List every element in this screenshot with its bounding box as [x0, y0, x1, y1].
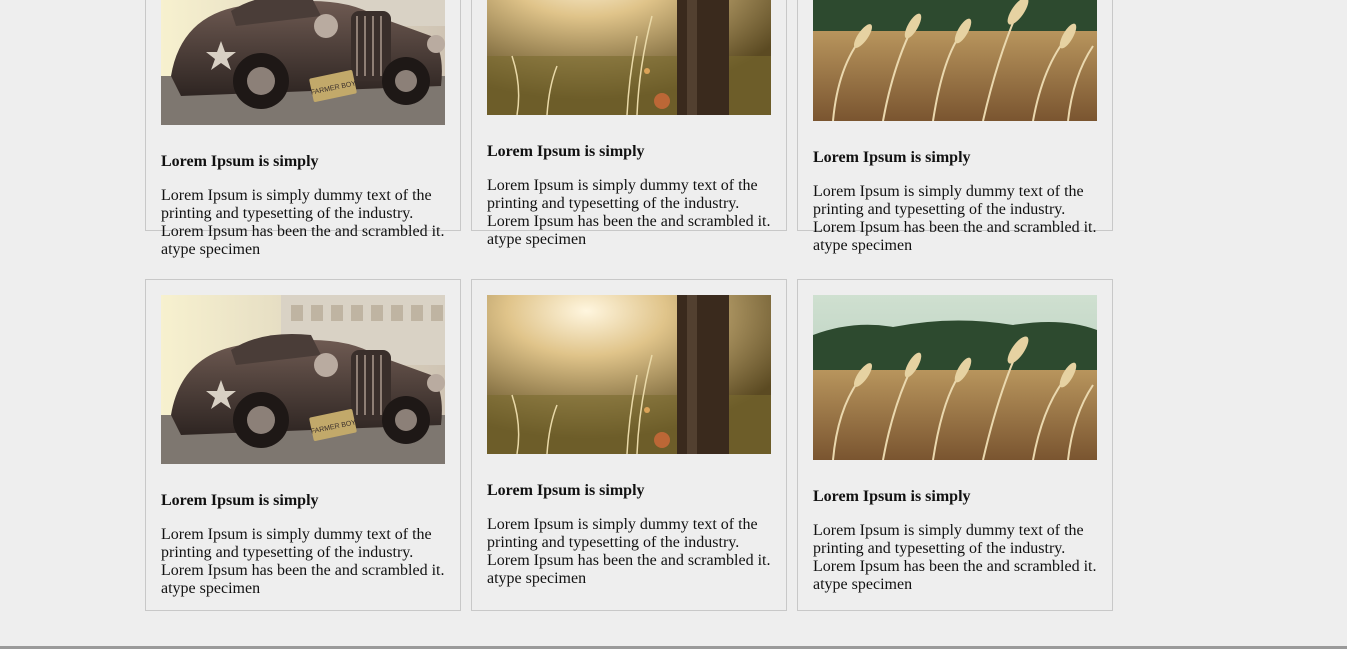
card-description: Lorem Ipsum is simply dummy text of the … — [813, 522, 1097, 593]
card-sunlit-meadow[interactable]: Lorem Ipsum is simply Lorem Ipsum is sim… — [471, 279, 787, 611]
card-title: Lorem Ipsum is simply — [487, 482, 645, 499]
sunlit-meadow-image — [487, 0, 771, 115]
card-title: Lorem Ipsum is simply — [161, 153, 319, 170]
card-description: Lorem Ipsum is simply dummy text of the … — [487, 516, 771, 587]
sunlit-meadow-image — [487, 295, 771, 454]
card-vintage-car[interactable]: FARMER BOY Lorem Ipsum is simply Lorem I… — [145, 279, 461, 611]
card-wheat-field[interactable]: Lorem Ipsum is simply Lorem Ipsum is sim… — [797, 0, 1113, 254]
card-title: Lorem Ipsum is simply — [813, 488, 971, 505]
card-description: Lorem Ipsum is simply dummy text of the … — [487, 177, 771, 248]
card-row-bottom: FARMER BOY Lorem Ipsum is simply Lorem I… — [145, 279, 1113, 611]
card-title: Lorem Ipsum is simply — [487, 143, 645, 160]
vintage-car-image: FARMER BOY — [161, 0, 445, 125]
card-wheat-field[interactable]: Lorem Ipsum is simply Lorem Ipsum is sim… — [797, 279, 1113, 611]
card-row-top: FARMER BOY Lorem Ipsum is simply Lorem I… — [145, 0, 1113, 258]
card-title: Lorem Ipsum is simply — [161, 492, 319, 509]
vintage-car-image: FARMER BOY — [161, 295, 445, 464]
card-vintage-car[interactable]: FARMER BOY Lorem Ipsum is simply Lorem I… — [145, 0, 461, 258]
card-description: Lorem Ipsum is simply dummy text of the … — [161, 187, 445, 258]
card-description: Lorem Ipsum is simply dummy text of the … — [813, 183, 1097, 254]
card-title: Lorem Ipsum is simply — [813, 149, 971, 166]
card-description: Lorem Ipsum is simply dummy text of the … — [161, 526, 445, 597]
wheat-field-image — [813, 0, 1097, 121]
wheat-field-image — [813, 295, 1097, 460]
card-sunlit-meadow[interactable]: Lorem Ipsum is simply Lorem Ipsum is sim… — [471, 0, 787, 248]
